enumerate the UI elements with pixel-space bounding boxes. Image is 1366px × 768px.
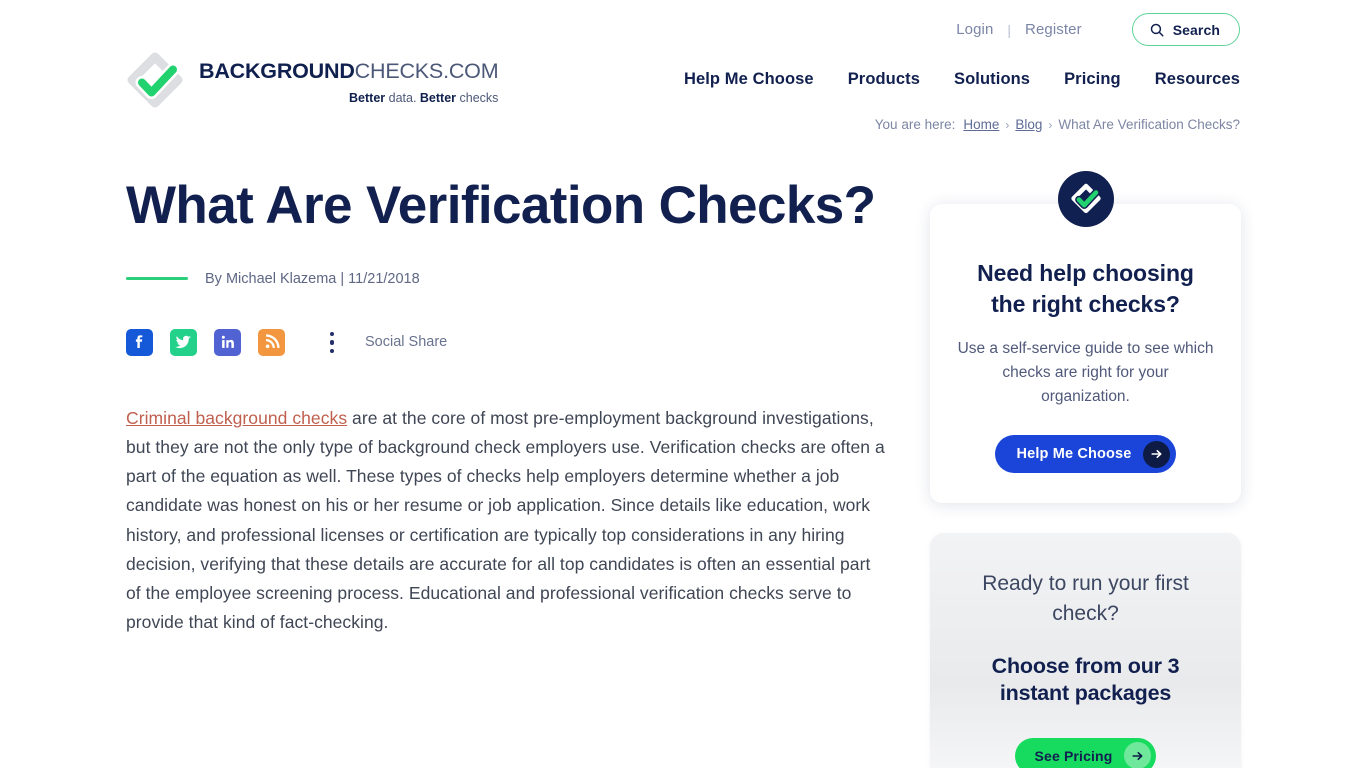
help-card-heading: Need help choosing the right checks? bbox=[977, 260, 1194, 317]
byline-rule bbox=[126, 277, 188, 281]
nav-item-help-me-choose[interactable]: Help Me Choose bbox=[684, 70, 814, 89]
logo-word-checks: CHECKS.COM bbox=[354, 59, 499, 84]
arrow-right-icon bbox=[1143, 440, 1171, 468]
login-link[interactable]: Login bbox=[942, 21, 1007, 38]
logo-wordmark: BACKGROUNDCHECKS.COM Better data. Better… bbox=[199, 59, 499, 105]
breadcrumb-separator-2: › bbox=[1048, 117, 1053, 132]
nav-item-solutions[interactable]: Solutions bbox=[954, 70, 1030, 89]
logo-tagline: Better data. Better checks bbox=[199, 91, 498, 105]
logo-diamond-check-icon bbox=[126, 52, 184, 110]
kebab-dot-1 bbox=[329, 331, 335, 337]
search-button-label: Search bbox=[1172, 21, 1220, 38]
byline: By Michael Klazema | 11/21/2018 bbox=[126, 271, 886, 287]
breadcrumb-current: What Are Verification Checks? bbox=[1058, 117, 1240, 132]
logo-word-background: BACKGROUND bbox=[199, 59, 355, 84]
nav-item-products[interactable]: Products bbox=[848, 70, 920, 89]
criminal-background-checks-link[interactable]: Criminal background checks bbox=[126, 408, 347, 428]
help-card-body: Use a self-service guide to see which ch… bbox=[957, 340, 1214, 406]
nav-item-resources[interactable]: Resources bbox=[1155, 70, 1240, 89]
pricing-card-lead: Ready to run your first check? bbox=[982, 572, 1189, 626]
article-column: What Are Verification Checks? By Michael… bbox=[126, 150, 886, 638]
breadcrumb-separator-1: › bbox=[1005, 117, 1010, 132]
site-header: Login | Register Search BACKGROUNDCHECKS… bbox=[0, 0, 1366, 132]
tagline-better-1: Better bbox=[349, 90, 386, 105]
more-share-options-icon[interactable] bbox=[321, 329, 343, 356]
help-me-choose-button-label: Help Me Choose bbox=[1016, 446, 1132, 463]
kebab-dot-2 bbox=[329, 340, 335, 345]
pricing-card-headline: Choose from our 3 instant packages bbox=[991, 653, 1180, 706]
sidebar: Need help choosing the right checks? Use… bbox=[930, 150, 1241, 768]
site-logo[interactable]: BACKGROUNDCHECKS.COM Better data. Better… bbox=[126, 52, 499, 110]
utility-bar: Login | Register Search bbox=[942, 13, 1240, 46]
help-me-choose-button[interactable]: Help Me Choose bbox=[994, 435, 1177, 474]
see-pricing-button-label: See Pricing bbox=[1034, 747, 1113, 764]
social-share-row: Social Share bbox=[126, 328, 886, 356]
tagline-better-2: Better bbox=[419, 90, 457, 105]
breadcrumb: You are here: Home › Blog › What Are Ver… bbox=[875, 117, 1240, 132]
tagline-checks: checks bbox=[456, 90, 499, 105]
see-pricing-button[interactable]: See Pricing bbox=[1014, 737, 1157, 768]
byline-text: By Michael Klazema | 11/21/2018 bbox=[205, 270, 420, 287]
breadcrumb-lead: You are here: bbox=[874, 117, 956, 132]
page-title: What Are Verification Checks? bbox=[126, 176, 876, 235]
breadcrumb-link-blog[interactable]: Blog bbox=[1015, 117, 1042, 132]
rss-icon[interactable] bbox=[258, 328, 285, 356]
help-choosing-card: Need help choosing the right checks? Use… bbox=[930, 171, 1241, 504]
nav-item-pricing[interactable]: Pricing bbox=[1064, 70, 1121, 89]
social-share-label: Social Share bbox=[365, 334, 448, 351]
main-navigation: Help Me Choose Products Solutions Pricin… bbox=[684, 70, 1240, 89]
page-root: Login | Register Search BACKGROUNDCHECKS… bbox=[0, 0, 1366, 768]
kebab-dot-3 bbox=[329, 348, 335, 354]
twitter-icon[interactable] bbox=[170, 328, 197, 356]
search-button[interactable]: Search bbox=[1131, 13, 1240, 46]
article-paragraph-text: are at the core of most pre-employment b… bbox=[126, 407, 885, 633]
article-paragraph: Criminal background checks are at the co… bbox=[126, 404, 886, 638]
facebook-icon[interactable] bbox=[126, 328, 153, 356]
search-icon bbox=[1150, 23, 1164, 37]
arrow-right-icon bbox=[1124, 742, 1152, 768]
linkedin-icon[interactable] bbox=[214, 328, 241, 356]
pricing-card: Ready to run your first check? Choose fr… bbox=[930, 533, 1241, 768]
register-link[interactable]: Register bbox=[1011, 21, 1096, 38]
brand-badge-icon bbox=[1057, 171, 1114, 227]
breadcrumb-link-home[interactable]: Home bbox=[963, 117, 999, 132]
tagline-data: data. bbox=[385, 90, 420, 105]
